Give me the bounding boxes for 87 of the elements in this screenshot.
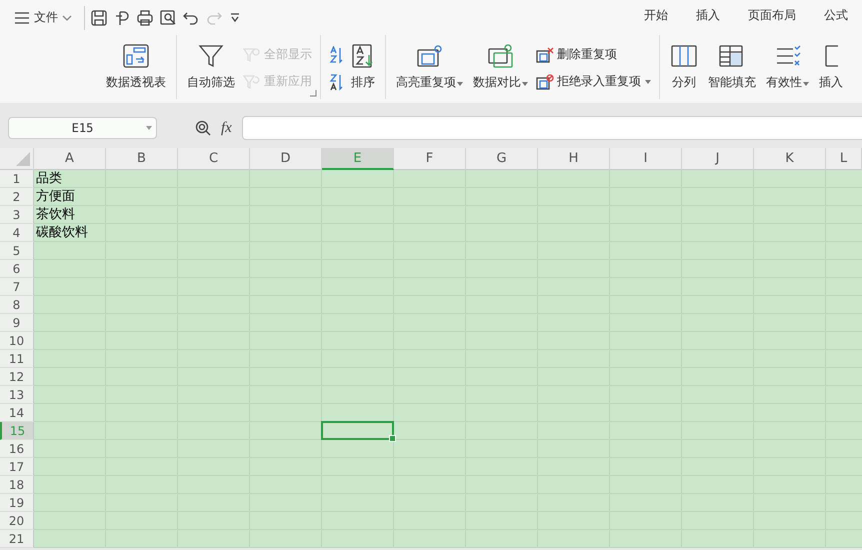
ribbon-button[interactable]: 有效性 [764, 39, 811, 99]
ribbon-button[interactable]: 数据对比 [471, 39, 530, 99]
ribbon-button[interactable]: 高亮重复项 [394, 39, 465, 99]
row-header[interactable]: 11 [0, 350, 34, 368]
save-icon [91, 10, 107, 26]
file-menu-button[interactable]: 文件 [8, 7, 78, 28]
reject-duplicates-icon [536, 74, 554, 90]
column-header[interactable]: I [610, 148, 682, 170]
column-header[interactable]: J [682, 148, 754, 170]
row-header[interactable]: 8 [0, 296, 34, 314]
ribbon-button[interactable]: 分列 [668, 39, 700, 99]
pivot-table-icon [122, 43, 150, 69]
undo-icon [183, 10, 199, 26]
row-header[interactable]: 19 [0, 494, 34, 512]
funnel-eye-icon [243, 46, 261, 62]
ribbon-button[interactable]: 数据透视表 [104, 39, 168, 99]
ribbon-tab[interactable]: 页面布局 [734, 3, 810, 32]
fill-handle[interactable] [389, 435, 396, 442]
column-header[interactable]: L [826, 148, 862, 170]
row-header[interactable]: 2 [0, 188, 34, 206]
row-header[interactable]: 12 [0, 368, 34, 386]
dropdown-caret-icon [803, 82, 809, 86]
table-insert-icon [824, 43, 838, 69]
row-header[interactable]: 9 [0, 314, 34, 332]
dropdown-caret-icon [645, 80, 651, 84]
delete-duplicates-icon [536, 46, 554, 62]
funnel-refresh-icon [243, 74, 261, 90]
dropdown-caret-icon [522, 82, 528, 86]
compare-data-icon [486, 43, 514, 69]
row-header[interactable]: 3 [0, 206, 34, 224]
sort-descending-icon [329, 72, 343, 90]
funnel-icon [197, 43, 225, 69]
row-header[interactable]: 5 [0, 242, 34, 260]
row-header[interactable]: 14 [0, 404, 34, 422]
column-header[interactable]: G [466, 148, 538, 170]
table-cell[interactable]: 方便面 [34, 188, 75, 206]
zoom-icon [195, 120, 211, 136]
chevron-down-icon [62, 14, 72, 20]
format-painter-icon [114, 10, 130, 26]
highlight-duplicates-icon [416, 43, 444, 69]
row-header[interactable]: 6 [0, 260, 34, 278]
ribbon-button[interactable]: 自动筛选 [185, 39, 237, 99]
row-header[interactable]: 4 [0, 224, 34, 242]
column-header[interactable]: D [250, 148, 322, 170]
split-columns-icon [670, 43, 698, 69]
print-preview-icon [160, 10, 176, 26]
table-cell[interactable]: 茶饮料 [34, 206, 75, 224]
ribbon-button[interactable]: 删除重复项 [536, 44, 651, 65]
row-header[interactable]: 21 [0, 530, 34, 548]
redo-icon [206, 10, 222, 26]
ribbon-tab[interactable]: 插入 [682, 3, 734, 32]
column-header[interactable]: H [538, 148, 610, 170]
ribbon-button[interactable]: 排序 [349, 39, 377, 99]
dropdown-caret-icon [457, 82, 463, 86]
ribbon-tab[interactable]: 公式 [810, 3, 862, 32]
row-header[interactable]: 17 [0, 458, 34, 476]
selected-cell[interactable] [321, 421, 394, 440]
customize-caret-icon [229, 12, 241, 22]
sort-icon [351, 43, 375, 69]
row-header[interactable]: 20 [0, 512, 34, 530]
print-icon [137, 10, 153, 26]
table-cell[interactable]: 碳酸饮料 [34, 224, 88, 242]
select-all-triangle-icon [16, 152, 30, 166]
row-header[interactable]: 18 [0, 476, 34, 494]
table-cell[interactable]: 品类 [34, 170, 62, 188]
dialog-launcher-icon[interactable] [310, 90, 317, 97]
name-box[interactable]: E15 [8, 117, 157, 139]
row-header[interactable]: 13 [0, 386, 34, 404]
row-header[interactable]: 16 [0, 440, 34, 458]
ribbon-button[interactable]: 拒绝录入重复项 [536, 71, 651, 92]
column-header[interactable]: C [178, 148, 250, 170]
menu-icon [14, 12, 30, 24]
column-header[interactable]: A [34, 148, 106, 170]
column-header[interactable]: K [754, 148, 826, 170]
ribbon-button[interactable] [329, 44, 343, 66]
ribbon-tab[interactable]: 开始 [630, 3, 682, 32]
column-header[interactable]: B [106, 148, 178, 170]
ribbon-button[interactable]: 插入 [817, 39, 845, 99]
row-header[interactable]: 7 [0, 278, 34, 296]
row-header[interactable]: 10 [0, 332, 34, 350]
ribbon-button[interactable]: 智能填充 [706, 39, 758, 99]
dropdown-caret-icon [146, 126, 152, 130]
formula-input-field[interactable] [242, 116, 862, 140]
function-label[interactable]: fx [221, 120, 232, 136]
column-header[interactable]: F [394, 148, 466, 170]
row-header[interactable]: 1 [0, 170, 34, 188]
sort-ascending-icon [329, 46, 343, 64]
